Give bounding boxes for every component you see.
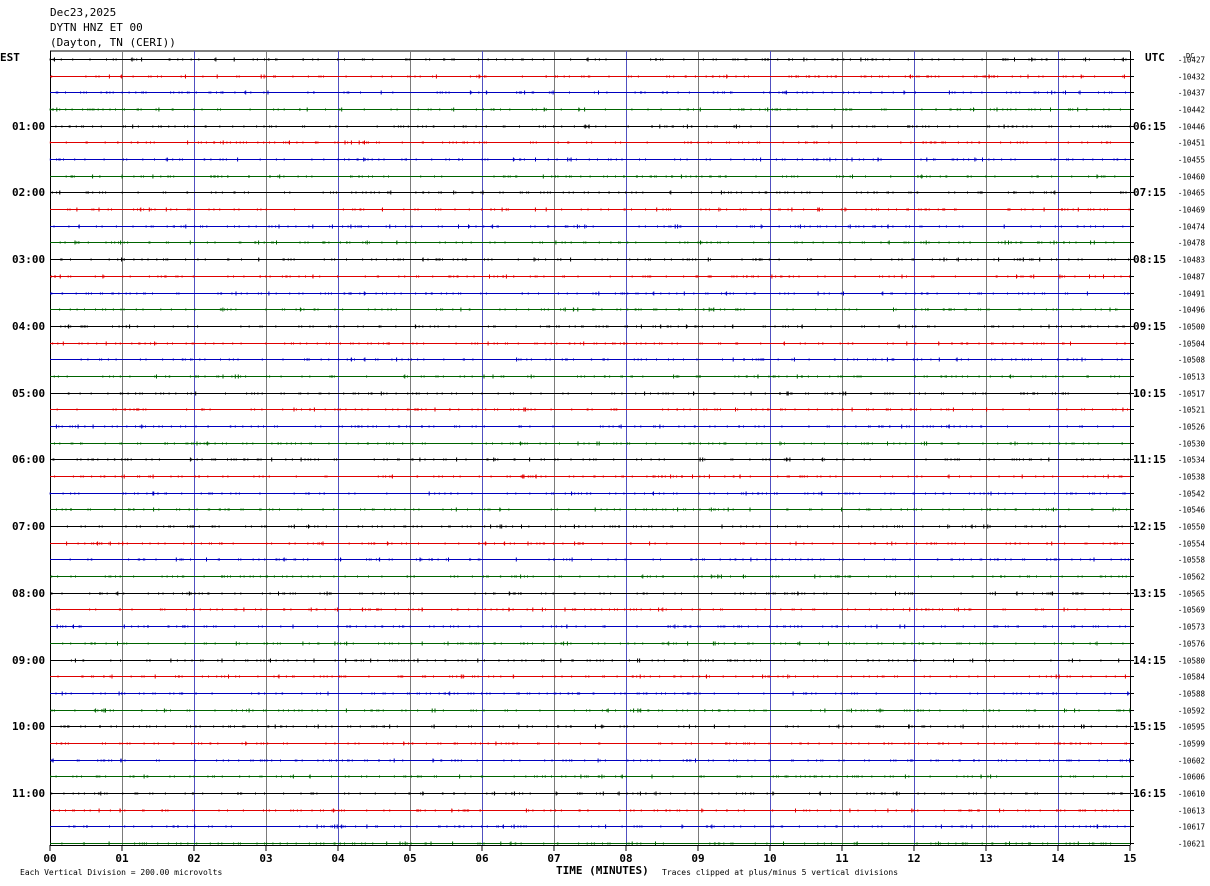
dc-offset-label: -10487 [1178,273,1205,282]
x-tick-label: 00 [43,852,56,865]
traces [49,57,1131,846]
x-tick-label: 05 [403,852,416,865]
utc-time-label: 10:15 [1133,387,1166,400]
dc-offset-label: -10513 [1178,373,1205,382]
dc-offset-label: -10483 [1178,256,1205,265]
utc-time-label: 14:15 [1133,654,1166,667]
dc-offset-label: -10569 [1178,606,1205,615]
utc-time-label: 08:15 [1133,253,1166,266]
dc-offset-label: -10500 [1178,323,1206,332]
x-tick-label: 04 [331,852,345,865]
x-tick-label: 01 [115,852,129,865]
x-tick-label: 09 [691,852,704,865]
est-time-label: 01:00 [12,120,45,133]
x-tick-label: 03 [259,852,272,865]
x-tick-label: 13 [979,852,992,865]
dc-offset-label: -10465 [1178,189,1205,198]
dc-offset-label: -10546 [1178,506,1206,515]
utc-axis-title: UTC [1145,51,1165,64]
dc-offset-label: -10460 [1178,173,1206,182]
dc-offset-label: -10602 [1178,757,1205,766]
dc-offset-label: -10455 [1178,156,1205,165]
utc-time-label: 15:15 [1133,720,1166,733]
dc-offset-label: -10606 [1178,773,1206,782]
x-tick-label: 14 [1051,852,1065,865]
est-time-label: 11:00 [12,787,45,800]
dc-offset-label: -10526 [1178,423,1206,432]
est-time-label: 10:00 [12,720,45,733]
utc-time-label: 12:15 [1133,520,1166,533]
dc-offset-label: -10610 [1178,790,1206,799]
dc-offset-label: -10534 [1178,456,1206,465]
dc-offset-label: -10474 [1178,223,1206,232]
dc-offset-label: -10542 [1178,490,1205,499]
est-time-label: 09:00 [12,654,45,667]
est-time-label: 03:00 [12,253,45,266]
dc-offset-label: -10496 [1178,306,1206,315]
utc-time-label: 11:15 [1133,453,1166,466]
dc-offset-label: -10554 [1178,540,1206,549]
x-tick-label: 02 [187,852,200,865]
dc-offset-label: -10592 [1178,707,1205,716]
dc-offset-label: -10613 [1178,807,1205,816]
dc-offset-label: -10617 [1178,823,1205,832]
dc-offset-label: -10584 [1178,673,1206,682]
clip-note: Traces clipped at plus/minus 5 vertical … [662,868,898,877]
utc-time-label: 07:15 [1133,186,1166,199]
dc-offset-label: -10621 [1178,840,1205,849]
dc-offset-label: -10504 [1178,340,1206,349]
dc-offset-label: -10432 [1178,73,1205,82]
dc-offset-label: -10517 [1178,390,1205,399]
dc-offset-label: -10573 [1178,623,1205,632]
dc-offset-label: -10478 [1178,239,1206,248]
utc-time-label: 16:15 [1133,787,1166,800]
dc-offset-label: -10580 [1178,657,1206,666]
dc-offset-label: -10491 [1178,290,1205,299]
dc-offset-label: -10521 [1178,406,1205,415]
dc-offset-label: -10562 [1178,573,1205,582]
dc-label: DC [1186,52,1194,60]
x-tick-label: 06 [475,852,489,865]
utc-time-label: 13:15 [1133,587,1166,600]
dc-offset-label: -10595 [1178,723,1205,732]
helicorder-chart: -10427-10432-10437-10442-10446-10451-104… [0,50,1206,877]
est-time-label: 06:00 [12,453,45,466]
dc-offset-label: -10565 [1178,590,1205,599]
dc-offset-label: -10576 [1178,640,1206,649]
est-time-label: 05:00 [12,387,45,400]
utc-time-label: 09:15 [1133,320,1166,333]
est-time-label: 04:00 [12,320,45,333]
dc-offset-label: -10588 [1178,690,1206,699]
x-tick-label: 10 [763,852,776,865]
est-time-label: 07:00 [12,520,45,533]
dc-offset-label: -10530 [1178,440,1206,449]
est-time-label: 02:00 [12,186,45,199]
dc-offset-label: -10469 [1178,206,1205,215]
x-axis-title: TIME (MINUTES) [556,864,649,877]
x-tick-label: 15 [1123,852,1136,865]
dc-offset-label: -10451 [1178,139,1205,148]
dc-offset-label: -10558 [1178,556,1206,565]
scale-note: Each Vertical Division = 200.00 microvol… [20,868,222,877]
dc-offset-label: -10442 [1178,106,1205,115]
dc-offset-label: -10599 [1178,740,1205,749]
est-time-label: 08:00 [12,587,45,600]
dc-offset-label: -10508 [1178,356,1206,365]
dc-offset-label: -10446 [1178,123,1206,132]
x-tick-label: 12 [907,852,920,865]
dc-offset-label: -10437 [1178,89,1205,98]
est-axis-title: EST [0,51,20,64]
x-tick-label: 11 [835,852,849,865]
utc-time-label: 06:15 [1133,120,1166,133]
grid [50,50,1131,845]
dc-offset-label: -10550 [1178,523,1206,532]
dc-offset-label: -10538 [1178,473,1206,482]
